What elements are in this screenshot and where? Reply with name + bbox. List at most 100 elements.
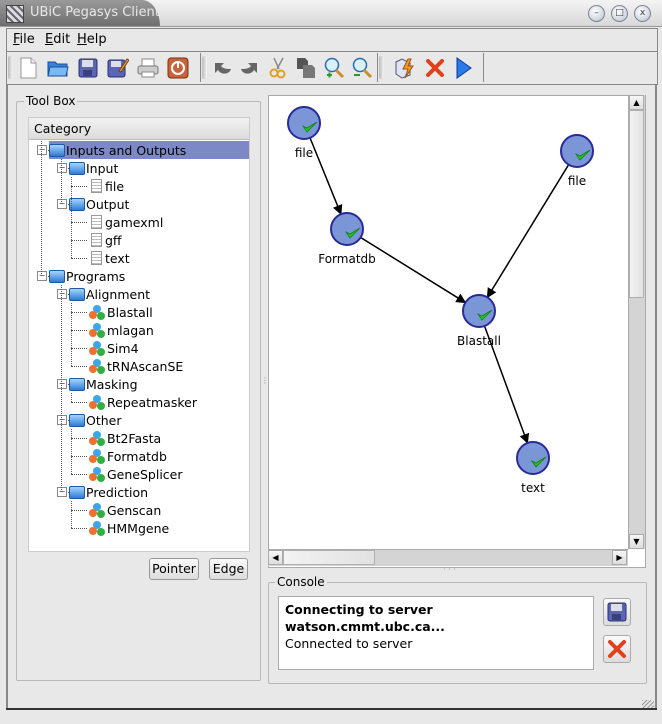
toolbar-grip[interactable] xyxy=(8,56,13,79)
tree-item[interactable]: Output xyxy=(69,195,129,213)
toolbar-grip[interactable] xyxy=(379,56,384,79)
scroll-left-button[interactable]: ◀ xyxy=(268,550,283,565)
save-as-icon xyxy=(107,58,129,78)
save-console-button[interactable] xyxy=(603,598,631,626)
tree-item[interactable]: Bt2Fasta xyxy=(89,429,161,447)
redo-button[interactable] xyxy=(237,55,263,81)
tree-connector xyxy=(71,456,87,457)
folder-icon xyxy=(69,287,85,301)
undo-button[interactable] xyxy=(209,55,235,81)
canvas-vertical-scrollbar[interactable]: ▲ ▼ xyxy=(628,95,645,549)
console-output[interactable]: Connecting to server watson.cmmt.ubc.ca.… xyxy=(278,596,594,670)
edge-file1-formatdb[interactable] xyxy=(306,131,343,216)
edge-formatdb-blastall[interactable] xyxy=(354,233,467,304)
tree-item[interactable]: Alignment xyxy=(69,285,150,303)
node-formatdb[interactable]: Formatdb xyxy=(318,212,376,266)
tree-item[interactable]: mlagan xyxy=(89,321,154,339)
workflow-canvas[interactable]: file Formatdb file Blastall text xyxy=(268,95,646,568)
tree-item[interactable]: Other xyxy=(69,411,122,429)
menu-help[interactable]: Help xyxy=(77,32,107,47)
tree-header-label: Category xyxy=(34,121,92,136)
zoom-in-button[interactable] xyxy=(321,55,347,81)
copy-button[interactable] xyxy=(293,55,319,81)
tree-connector xyxy=(71,366,87,367)
tree-item[interactable]: Prediction xyxy=(69,483,148,501)
vertical-scroll-thumb[interactable] xyxy=(629,110,644,298)
clear-console-button[interactable] xyxy=(603,635,631,663)
tree-item[interactable]: Masking xyxy=(69,375,138,393)
resize-grip[interactable] xyxy=(642,700,654,708)
node-blastall[interactable]: Blastall xyxy=(457,294,501,348)
toolbar-grip[interactable] xyxy=(202,56,207,79)
node-file2[interactable]: file xyxy=(560,134,594,188)
tree-header[interactable]: Category xyxy=(29,118,249,140)
maximize-button[interactable]: □ xyxy=(611,5,628,22)
exit-button[interactable] xyxy=(165,55,191,81)
print-button[interactable] xyxy=(135,55,161,81)
save-as-button[interactable] xyxy=(105,55,131,81)
workflow-graph[interactable]: file Formatdb file Blastall text xyxy=(269,96,629,550)
collapse-toggle[interactable]: − xyxy=(37,145,47,155)
tree-item[interactable]: Inputs and Outputs xyxy=(49,141,249,159)
tree-connector xyxy=(71,348,87,349)
horizontal-splitter-handle[interactable]: · · · xyxy=(443,565,456,574)
horizontal-scroll-thumb[interactable] xyxy=(283,550,375,565)
program-icon xyxy=(89,502,105,518)
collapse-toggle[interactable]: − xyxy=(57,163,67,173)
toolbar-group-run xyxy=(378,53,484,82)
tree-item[interactable]: Repeatmasker xyxy=(89,393,197,411)
scroll-right-button[interactable]: ▶ xyxy=(612,550,627,565)
tree-item[interactable]: tRNAscanSE xyxy=(89,357,183,375)
node-text[interactable]: text xyxy=(516,441,550,495)
zoom-out-button[interactable] xyxy=(349,55,375,81)
tree-connector xyxy=(71,177,72,258)
edge-button[interactable]: Edge xyxy=(209,558,248,580)
save-button[interactable] xyxy=(75,55,101,81)
zoom-out-icon xyxy=(352,57,373,79)
tree-item[interactable]: gff xyxy=(89,231,122,249)
clear-icon xyxy=(608,640,626,658)
tree-item[interactable]: GeneSplicer xyxy=(89,465,183,483)
title-bar[interactable]: UBiC Pegasys Client – □ x xyxy=(0,0,662,27)
tree-item[interactable]: Input xyxy=(69,159,118,177)
category-tree[interactable]: Category Inputs and Outputs − Input − file Ou… xyxy=(28,117,250,552)
collapse-toggle[interactable]: − xyxy=(57,415,67,425)
program-icon xyxy=(89,322,105,338)
tree-item[interactable]: text xyxy=(89,249,130,267)
stop-button[interactable] xyxy=(422,55,448,81)
edge-file2-blastall[interactable] xyxy=(486,158,573,299)
minimize-button[interactable]: – xyxy=(588,5,605,22)
tree-item[interactable]: gamexml xyxy=(89,213,163,231)
vertical-splitter-handle[interactable]: ⋮ xyxy=(261,376,269,398)
pointer-button[interactable]: Pointer xyxy=(149,558,199,580)
collapse-toggle[interactable]: − xyxy=(57,199,67,209)
validate-button[interactable] xyxy=(392,55,418,81)
tree-item-label: Prediction xyxy=(86,484,149,500)
tree-item[interactable]: HMMgene xyxy=(89,519,169,537)
tree-item[interactable]: file xyxy=(89,177,124,195)
scroll-up-button[interactable]: ▲ xyxy=(629,95,644,110)
tree-item-label: Masking xyxy=(86,376,138,392)
close-button[interactable]: x xyxy=(634,5,651,22)
tree-item[interactable]: Blastall xyxy=(89,303,153,321)
cut-icon xyxy=(269,57,286,79)
canvas-horizontal-scrollbar[interactable]: ◀ ▶ xyxy=(268,549,628,566)
collapse-toggle[interactable]: − xyxy=(57,289,67,299)
scroll-down-button[interactable]: ▼ xyxy=(629,534,644,549)
open-button[interactable] xyxy=(45,55,71,81)
menu-edit[interactable]: Edit xyxy=(45,32,70,47)
node-label: text xyxy=(521,481,545,495)
collapse-toggle[interactable]: − xyxy=(57,379,67,389)
menu-file[interactable]: File xyxy=(13,32,35,47)
cut-button[interactable] xyxy=(265,55,291,81)
run-button[interactable] xyxy=(450,55,476,81)
tree-item[interactable]: Genscan xyxy=(89,501,161,519)
tree-item[interactable]: Programs xyxy=(49,267,125,285)
collapse-toggle[interactable]: − xyxy=(37,271,47,281)
tree-item[interactable]: Sim4 xyxy=(89,339,139,357)
new-button[interactable] xyxy=(15,55,41,81)
copy-icon xyxy=(297,58,315,78)
collapse-toggle[interactable]: − xyxy=(57,487,67,497)
tree-connector xyxy=(71,393,72,402)
tree-item[interactable]: Formatdb xyxy=(89,447,167,465)
